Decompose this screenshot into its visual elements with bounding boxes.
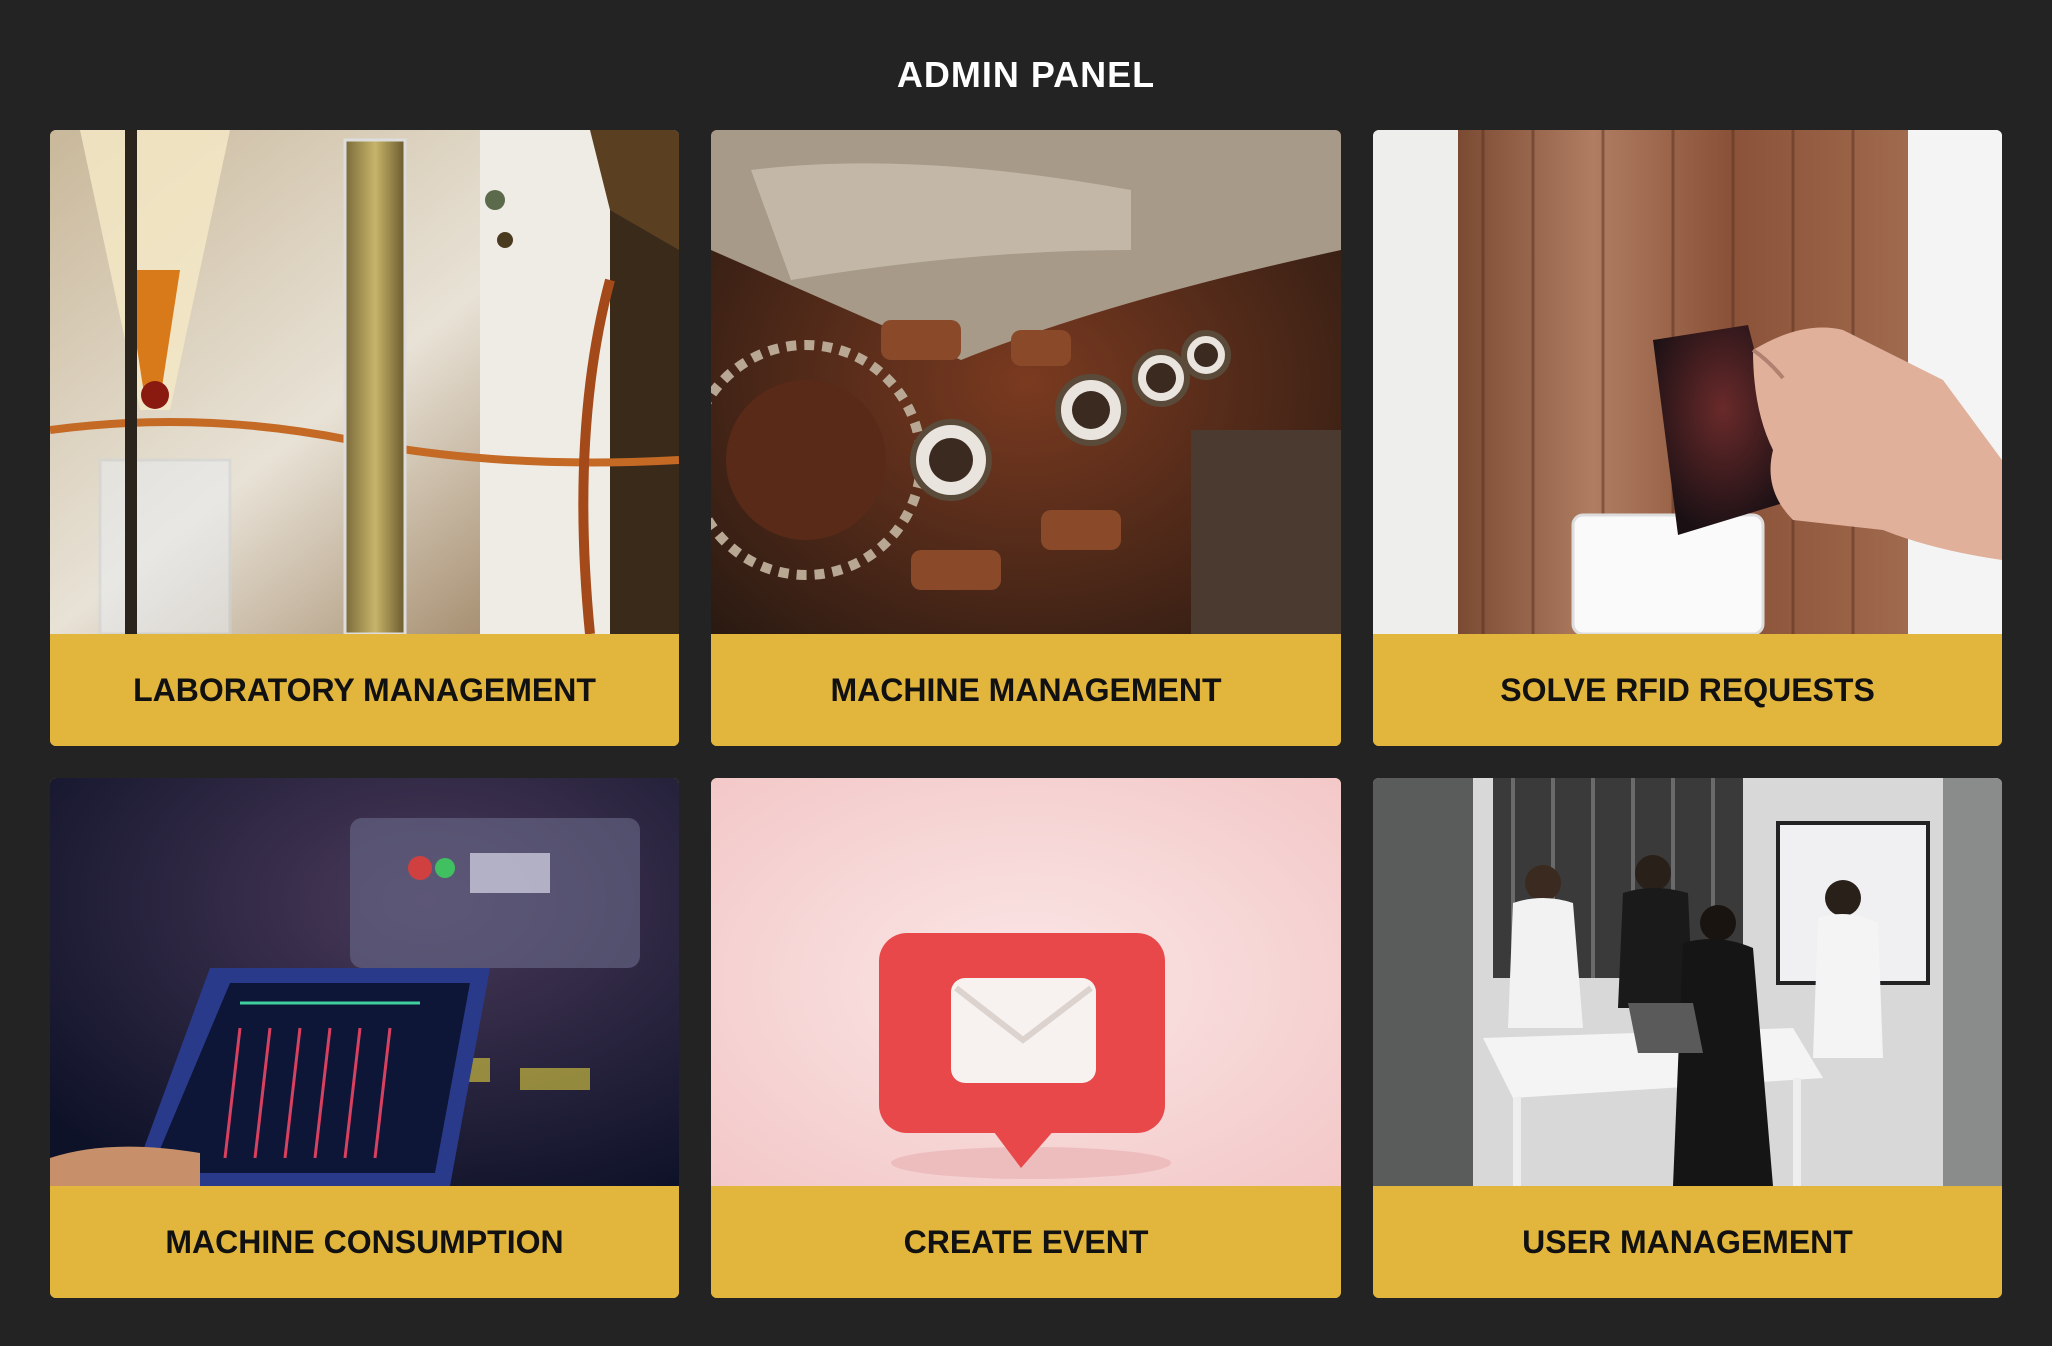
- admin-panel-page: ADMIN PANEL LABORATORY MANAGEMENT MACHIN…: [0, 0, 2052, 1346]
- message-envelope-image: [711, 778, 1341, 1186]
- user-management-label: USER MANAGEMENT: [1373, 1186, 2002, 1298]
- machine-management-card[interactable]: MACHINE MANAGEMENT: [711, 130, 1341, 746]
- laboratory-glassware-image: [50, 130, 679, 634]
- page-title: ADMIN PANEL: [896, 54, 1156, 95]
- laboratory-management-card[interactable]: LABORATORY MANAGEMENT: [50, 130, 679, 746]
- rfid-keycard-image: [1373, 130, 2002, 634]
- team-meeting-image: [1373, 778, 2002, 1186]
- machine-consumption-label: MACHINE CONSUMPTION: [50, 1186, 679, 1298]
- machine-management-label: MACHINE MANAGEMENT: [711, 634, 1341, 746]
- create-event-label: CREATE EVENT: [711, 1186, 1341, 1298]
- machine-consumption-card[interactable]: MACHINE CONSUMPTION: [50, 778, 679, 1298]
- laboratory-management-label: LABORATORY MANAGEMENT: [50, 634, 679, 746]
- solve-rfid-requests-card[interactable]: SOLVE RFID REQUESTS: [1373, 130, 2002, 746]
- engine-gears-image: [711, 130, 1341, 634]
- user-management-card[interactable]: USER MANAGEMENT: [1373, 778, 2002, 1298]
- create-event-card[interactable]: CREATE EVENT: [711, 778, 1341, 1298]
- solve-rfid-requests-label: SOLVE RFID REQUESTS: [1373, 634, 2002, 746]
- audio-mixer-tablet-image: [50, 778, 679, 1186]
